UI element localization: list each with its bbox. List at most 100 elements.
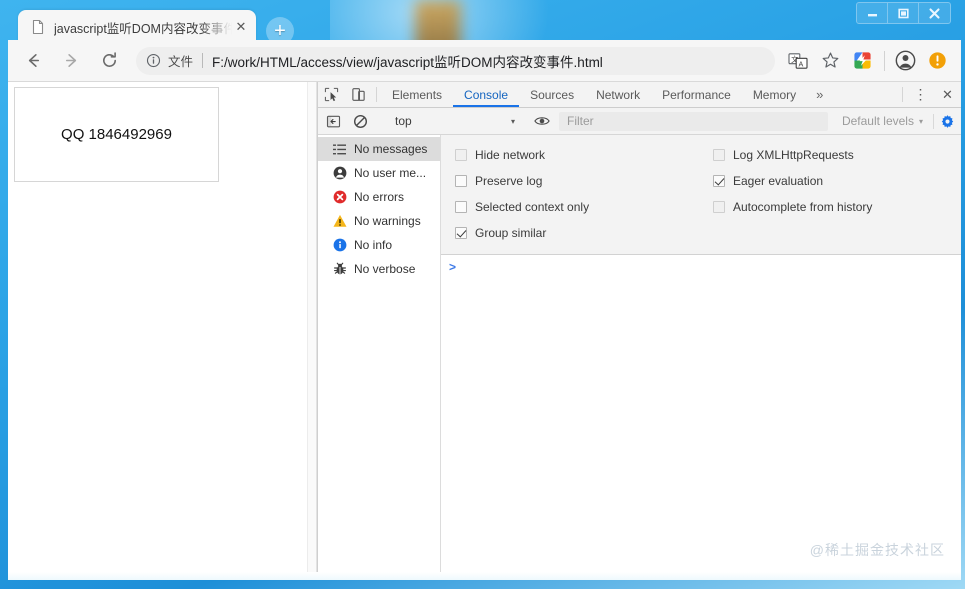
console-sidebar-toggle-icon[interactable] [320,114,347,129]
back-button[interactable] [16,44,50,78]
more-tabs-chevron-icon[interactable]: » [807,82,832,107]
sidebar-item-label: No user me... [354,166,427,180]
clear-console-icon[interactable] [347,114,374,129]
setting-label: Preserve log [475,174,543,188]
checkbox-icon[interactable] [455,175,467,187]
log-levels-label: Default levels [841,114,914,128]
sidebar-item-label: No messages [354,142,428,156]
devtools-panel: Elements Console Sources Network Perform… [317,82,961,572]
sidebar-item-no-info[interactable]: No info [318,233,440,257]
checkbox-icon[interactable] [713,149,725,161]
sidebar-item-label: No errors [354,190,405,204]
list-icon [332,143,347,156]
console-main: Hide network Preserve log Selected conte… [441,135,961,572]
browser-tab-active[interactable]: javascript监听DOM内容改变事件.html ✕ [18,10,256,44]
console-body: No messages No user me... No errors No w… [318,135,961,572]
chevron-down-icon: ▾ [510,116,515,126]
tab-sources[interactable]: Sources [519,82,585,107]
inspect-element-icon[interactable] [318,82,345,107]
setting-label: Log XMLHttpRequests [733,148,854,162]
tab-network[interactable]: Network [585,82,651,107]
url-text: F:/work/HTML/access/view/javascript监听DOM… [212,54,603,70]
execution-context-value: top [395,114,412,128]
log-levels-dropdown[interactable]: Default levels ▾ [832,114,933,128]
execution-context-select[interactable]: top ▾ [387,112,519,131]
sidebar-item-no-warnings[interactable]: No warnings [318,209,440,233]
sidebar-item-label: No info [354,238,393,252]
console-prompt-caret-icon: > [449,260,457,274]
page-scrollbar[interactable] [307,82,317,572]
tab-elements[interactable]: Elements [381,82,453,107]
console-prompt-row[interactable]: > [441,255,961,274]
bookmark-star-icon[interactable] [815,46,845,76]
info-circle-icon[interactable] [146,53,162,69]
setting-eager-evaluation[interactable]: Eager evaluation [699,168,961,194]
checkbox-icon[interactable] [455,201,467,213]
chrome-browser-window: javascript监听DOM内容改变事件.html ✕ + 文件 F:/wor… [8,0,961,580]
tab-strip: javascript监听DOM内容改变事件.html ✕ + [8,4,961,45]
devtools-tabbar-right: ⋮ ✕ [898,82,961,107]
setting-group-similar[interactable]: Group similar [441,220,699,246]
warning-icon [332,214,347,228]
browser-toolbar: 文件 F:/work/HTML/access/view/javascript监听… [8,40,961,82]
devtools-tabbar-divider [376,87,377,102]
checkbox-checked-icon[interactable] [455,227,467,239]
console-sidebar: No messages No user me... No errors No w… [318,135,441,572]
address-bar[interactable]: 文件 F:/work/HTML/access/view/javascript监听… [136,46,775,75]
console-settings-pane: Hide network Preserve log Selected conte… [441,135,961,255]
svg-text:A: A [799,59,804,68]
chevron-down-icon: ▾ [918,116,923,126]
bug-icon [332,262,347,276]
devtools-tabbar: Elements Console Sources Network Perform… [318,82,961,108]
window-bottom-edge [8,572,961,580]
sidebar-item-label: No verbose [354,262,416,276]
user-icon [332,166,347,180]
page-content-box: QQ 1846492969 [14,87,219,182]
sidebar-item-label: No warnings [354,214,421,228]
checkbox-icon[interactable] [713,201,725,213]
checkbox-checked-icon[interactable] [713,175,725,187]
content-area: QQ 1846492969 Elements Console Sources N… [8,82,961,572]
devtools-menu-icon[interactable]: ⋮ [907,82,934,107]
devtools-settings-gear-icon[interactable] [933,113,961,129]
sidebar-item-no-verbose[interactable]: No verbose [318,257,440,281]
error-icon [332,190,347,204]
setting-label: Hide network [475,148,546,162]
tab-console[interactable]: Console [453,82,519,107]
translate-icon[interactable]: 文 A [783,46,813,76]
setting-label: Group similar [475,226,547,240]
setting-preserve-log[interactable]: Preserve log [441,168,699,194]
update-alert-icon[interactable] [922,46,952,76]
tab-close-icon[interactable]: ✕ [232,18,250,36]
tab-memory[interactable]: Memory [742,82,807,107]
devtools-close-icon[interactable]: ✕ [934,82,961,107]
page-favicon-icon [30,19,46,35]
setting-label: Autocomplete from history [733,200,873,214]
setting-label: Eager evaluation [733,174,824,188]
sidebar-item-no-user-messages[interactable]: No user me... [318,161,440,185]
tab-performance[interactable]: Performance [651,82,742,107]
checkbox-icon[interactable] [455,149,467,161]
info-icon [332,238,347,252]
reload-button[interactable] [92,44,126,78]
console-filterbar: top ▾ Filter Default levels ▾ [318,108,961,135]
setting-log-xmlhttprequests[interactable]: Log XMLHttpRequests [699,142,961,168]
page-viewport: QQ 1846492969 [8,82,307,572]
setting-hide-network[interactable]: Hide network [441,142,699,168]
sidebar-item-no-messages[interactable]: No messages [318,137,440,161]
console-output-area[interactable]: > @稀土掘金技术社区 [441,255,961,572]
forward-button[interactable] [54,44,88,78]
settings-grid-spacer [699,220,961,246]
profile-avatar-icon[interactable] [890,46,920,76]
setting-autocomplete-from-history[interactable]: Autocomplete from history [699,194,961,220]
extension-icon[interactable] [847,46,877,76]
console-filter-input[interactable]: Filter [559,111,828,131]
device-toolbar-icon[interactable] [345,82,372,107]
toolbar-divider [884,50,885,71]
setting-selected-context-only[interactable]: Selected context only [441,194,699,220]
watermark-text: @稀土掘金技术社区 [809,542,945,558]
omnibox-divider [202,53,204,68]
live-expression-eye-icon[interactable] [528,113,555,129]
sidebar-item-no-errors[interactable]: No errors [318,185,440,209]
page-box-text: QQ 1846492969 [61,126,172,143]
